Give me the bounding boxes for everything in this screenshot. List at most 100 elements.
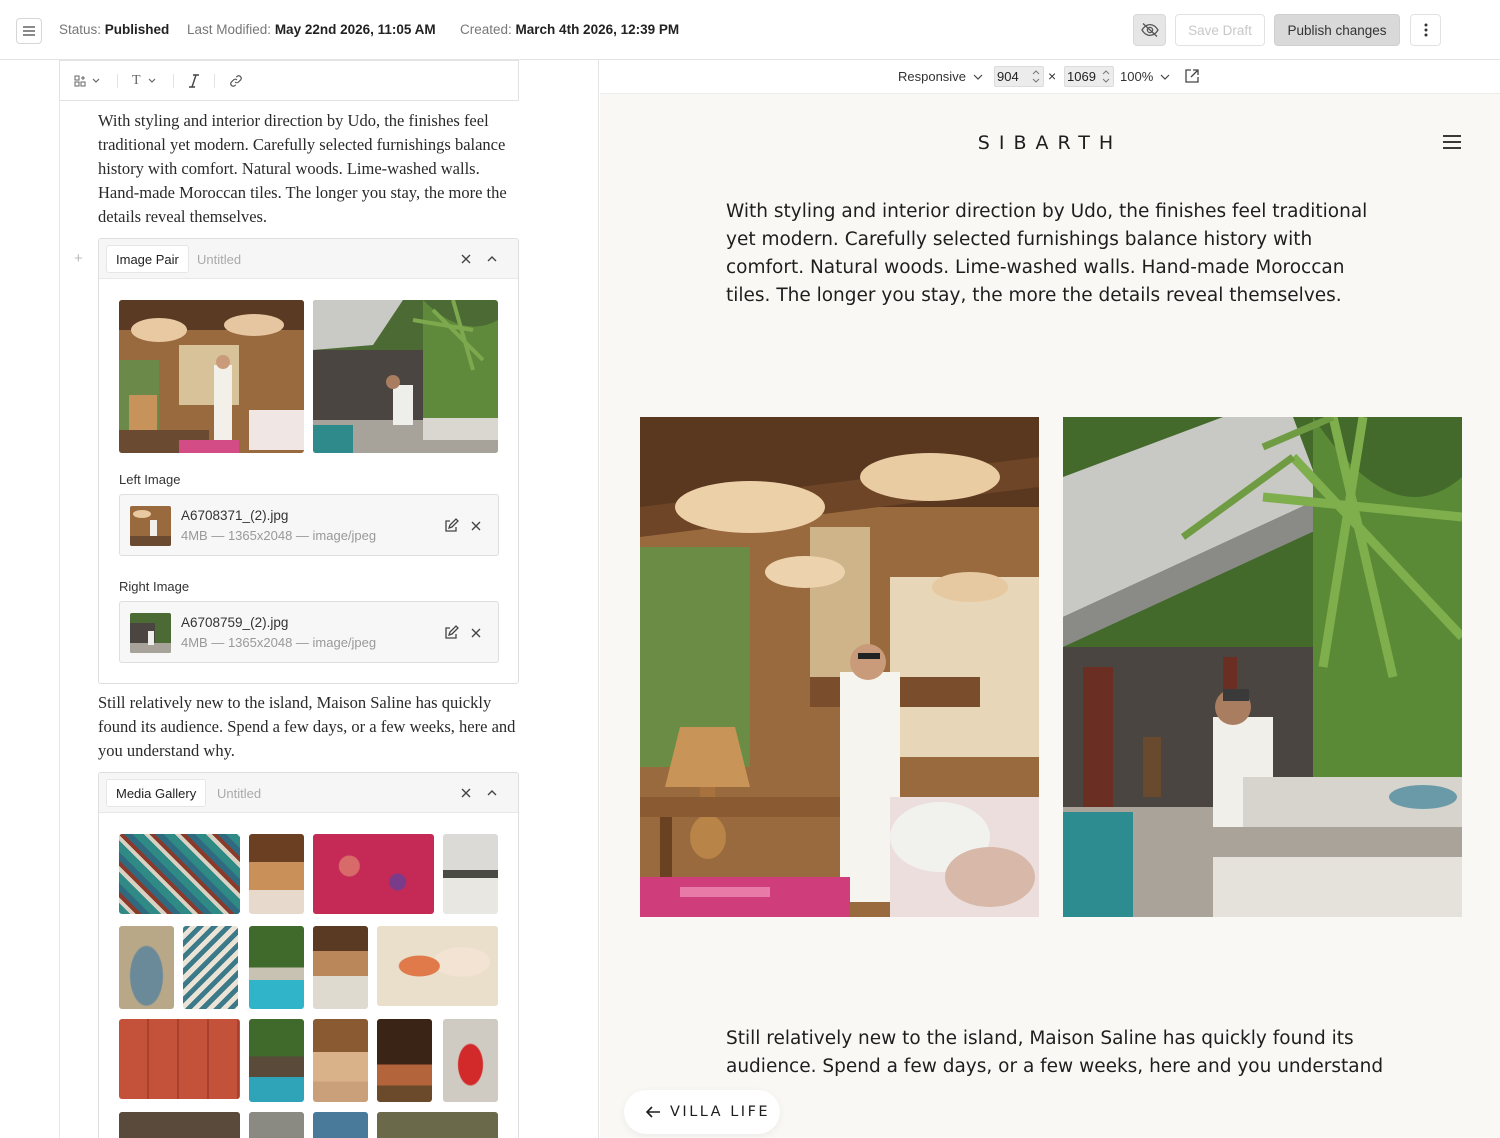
dimension-separator: × xyxy=(1048,68,1057,84)
italic-button[interactable] xyxy=(188,73,200,88)
file-thumbnail xyxy=(130,613,171,653)
remove-block-icon[interactable] xyxy=(458,785,474,801)
file-info: 4MB — 1365x2048 — image/jpeg xyxy=(181,528,377,543)
gallery-thumbnail[interactable] xyxy=(249,834,304,914)
gallery-thumbnail[interactable] xyxy=(119,834,240,914)
toolbar-divider xyxy=(172,73,174,88)
block-type-label: Media Gallery xyxy=(106,779,207,807)
kebab-icon xyxy=(1424,23,1427,37)
status-value: Published xyxy=(104,22,170,37)
chevron-down-icon xyxy=(973,74,983,80)
file-info: 4MB — 1365x2048 — image/jpeg xyxy=(181,635,377,650)
remove-file-icon[interactable] xyxy=(468,625,484,641)
block-header: Image Pair Untitled xyxy=(99,239,518,279)
stepper-icon[interactable] xyxy=(1102,69,1110,84)
right-image-file: A6708759_(2).jpg 4MB — 1365x2048 — image… xyxy=(119,601,499,663)
gallery-thumbnail[interactable] xyxy=(313,834,434,914)
remove-block-icon[interactable] xyxy=(458,251,474,267)
media-gallery-block: Media Gallery Untitled xyxy=(98,772,519,1138)
gallery-thumbnail[interactable] xyxy=(249,1019,304,1102)
arrow-left-icon xyxy=(645,1106,660,1118)
gallery-thumbnail[interactable] xyxy=(183,926,238,1009)
site-preview: SIBARTH With styling and interior direct… xyxy=(600,94,1500,1138)
viewport-width-input[interactable]: 904 xyxy=(994,66,1044,87)
editor-margin-rule xyxy=(59,60,60,1138)
preview-paragraph: With styling and interior direction by U… xyxy=(726,201,1368,306)
left-image-preview[interactable] xyxy=(119,300,304,453)
gallery-thumbnail[interactable] xyxy=(313,926,368,1009)
modified-label: Last Modified: xyxy=(187,22,272,37)
chevron-down-icon xyxy=(1160,74,1170,80)
created-value: March 4th 2026, 12:39 PM xyxy=(515,22,680,37)
gallery-thumbnail[interactable] xyxy=(377,1112,498,1138)
collapse-chevron-icon[interactable] xyxy=(484,785,500,801)
format-toolbar: T xyxy=(59,60,519,101)
viewport-height-input[interactable]: 1069 xyxy=(1064,66,1114,87)
top-bar: Status: Published Last Modified: May 22n… xyxy=(0,0,1500,60)
preview-left-image xyxy=(640,417,1039,917)
modified-value: May 22nd 2026, 11:05 AM xyxy=(274,22,436,37)
edit-icon[interactable] xyxy=(443,625,459,641)
add-block-icon[interactable]: + xyxy=(74,250,83,267)
editor-paragraph[interactable]: Still relatively new to the island, Mais… xyxy=(98,691,518,763)
gallery-thumbnail[interactable] xyxy=(313,1112,368,1138)
gallery-thumbnail[interactable] xyxy=(119,1112,240,1138)
hamburger-icon[interactable] xyxy=(1442,134,1462,150)
right-image-label: Right Image xyxy=(119,579,190,594)
zoom-dropdown[interactable]: 100% xyxy=(1120,69,1171,84)
block-type-label: Image Pair xyxy=(106,245,189,273)
link-icon xyxy=(229,74,242,87)
left-image-file: A6708371_(2).jpg 4MB — 1365x2048 — image… xyxy=(119,494,499,556)
gallery-thumbnail[interactable] xyxy=(249,1112,304,1138)
editor-pane: T With styling and interior direction by… xyxy=(0,60,599,1138)
viewport-mode-dropdown[interactable]: Responsive xyxy=(898,69,984,84)
gallery-thumbnail[interactable] xyxy=(313,1019,368,1102)
editor-paragraph[interactable]: With styling and interior direction by U… xyxy=(98,109,518,229)
more-options-button[interactable] xyxy=(1410,14,1441,46)
status-label: Status: xyxy=(59,22,102,37)
created-label: Created: xyxy=(460,22,512,37)
toolbar-divider xyxy=(213,73,215,88)
gallery-thumbnail[interactable] xyxy=(443,834,498,914)
text-style-label: T xyxy=(132,72,141,88)
chevron-down-icon xyxy=(92,78,100,83)
italic-icon xyxy=(188,73,199,88)
block-title[interactable]: Untitled xyxy=(217,786,261,801)
right-image-preview[interactable] xyxy=(313,300,498,453)
gallery-thumbnail[interactable] xyxy=(443,1019,498,1102)
file-name: A6708371_(2).jpg xyxy=(181,508,289,523)
back-label: VILLA LIFE xyxy=(670,1104,771,1120)
edit-icon[interactable] xyxy=(443,518,459,534)
toggle-preview-button[interactable] xyxy=(1133,14,1166,46)
site-logo[interactable]: SIBARTH xyxy=(600,132,1500,154)
collapse-chevron-icon[interactable] xyxy=(484,251,500,267)
gallery-thumbnail[interactable] xyxy=(249,926,304,1009)
eye-off-icon xyxy=(1140,23,1159,37)
gallery-thumbnail[interactable] xyxy=(377,1019,432,1102)
save-draft-button[interactable]: Save Draft xyxy=(1175,14,1265,46)
modified-meta: Last Modified: May 22nd 2026, 11:05 AM xyxy=(187,22,436,37)
gallery-thumbnail[interactable] xyxy=(119,1019,240,1099)
viewport-mode-label: Responsive xyxy=(898,69,966,84)
blocks-icon xyxy=(74,75,86,86)
hamburger-menu-button[interactable] xyxy=(16,18,42,44)
zoom-value: 100% xyxy=(1120,69,1154,84)
left-image-label: Left Image xyxy=(119,472,181,487)
toolbar-divider xyxy=(117,73,118,88)
block-type-dropdown[interactable] xyxy=(74,75,103,87)
stepper-icon[interactable] xyxy=(1032,69,1040,84)
text-style-dropdown[interactable]: T xyxy=(132,73,159,89)
viewport-height-value: 1069 xyxy=(1067,69,1096,84)
image-pair-block: Image Pair Untitled Left Image A6708371_… xyxy=(98,238,519,684)
back-to-villa-life-button[interactable]: VILLA LIFE xyxy=(624,1090,780,1134)
link-button[interactable] xyxy=(229,74,243,88)
file-thumbnail xyxy=(130,506,171,546)
publish-changes-button[interactable]: Publish changes xyxy=(1274,14,1400,46)
gallery-thumbnail[interactable] xyxy=(119,926,174,1009)
open-external-icon[interactable] xyxy=(1184,68,1200,84)
block-title[interactable]: Untitled xyxy=(197,252,241,267)
chevron-down-icon xyxy=(148,78,155,83)
remove-file-icon[interactable] xyxy=(468,518,484,534)
preview-paragraph: Still relatively new to the island, Mais… xyxy=(726,1028,1384,1077)
gallery-thumbnail[interactable] xyxy=(377,926,498,1006)
